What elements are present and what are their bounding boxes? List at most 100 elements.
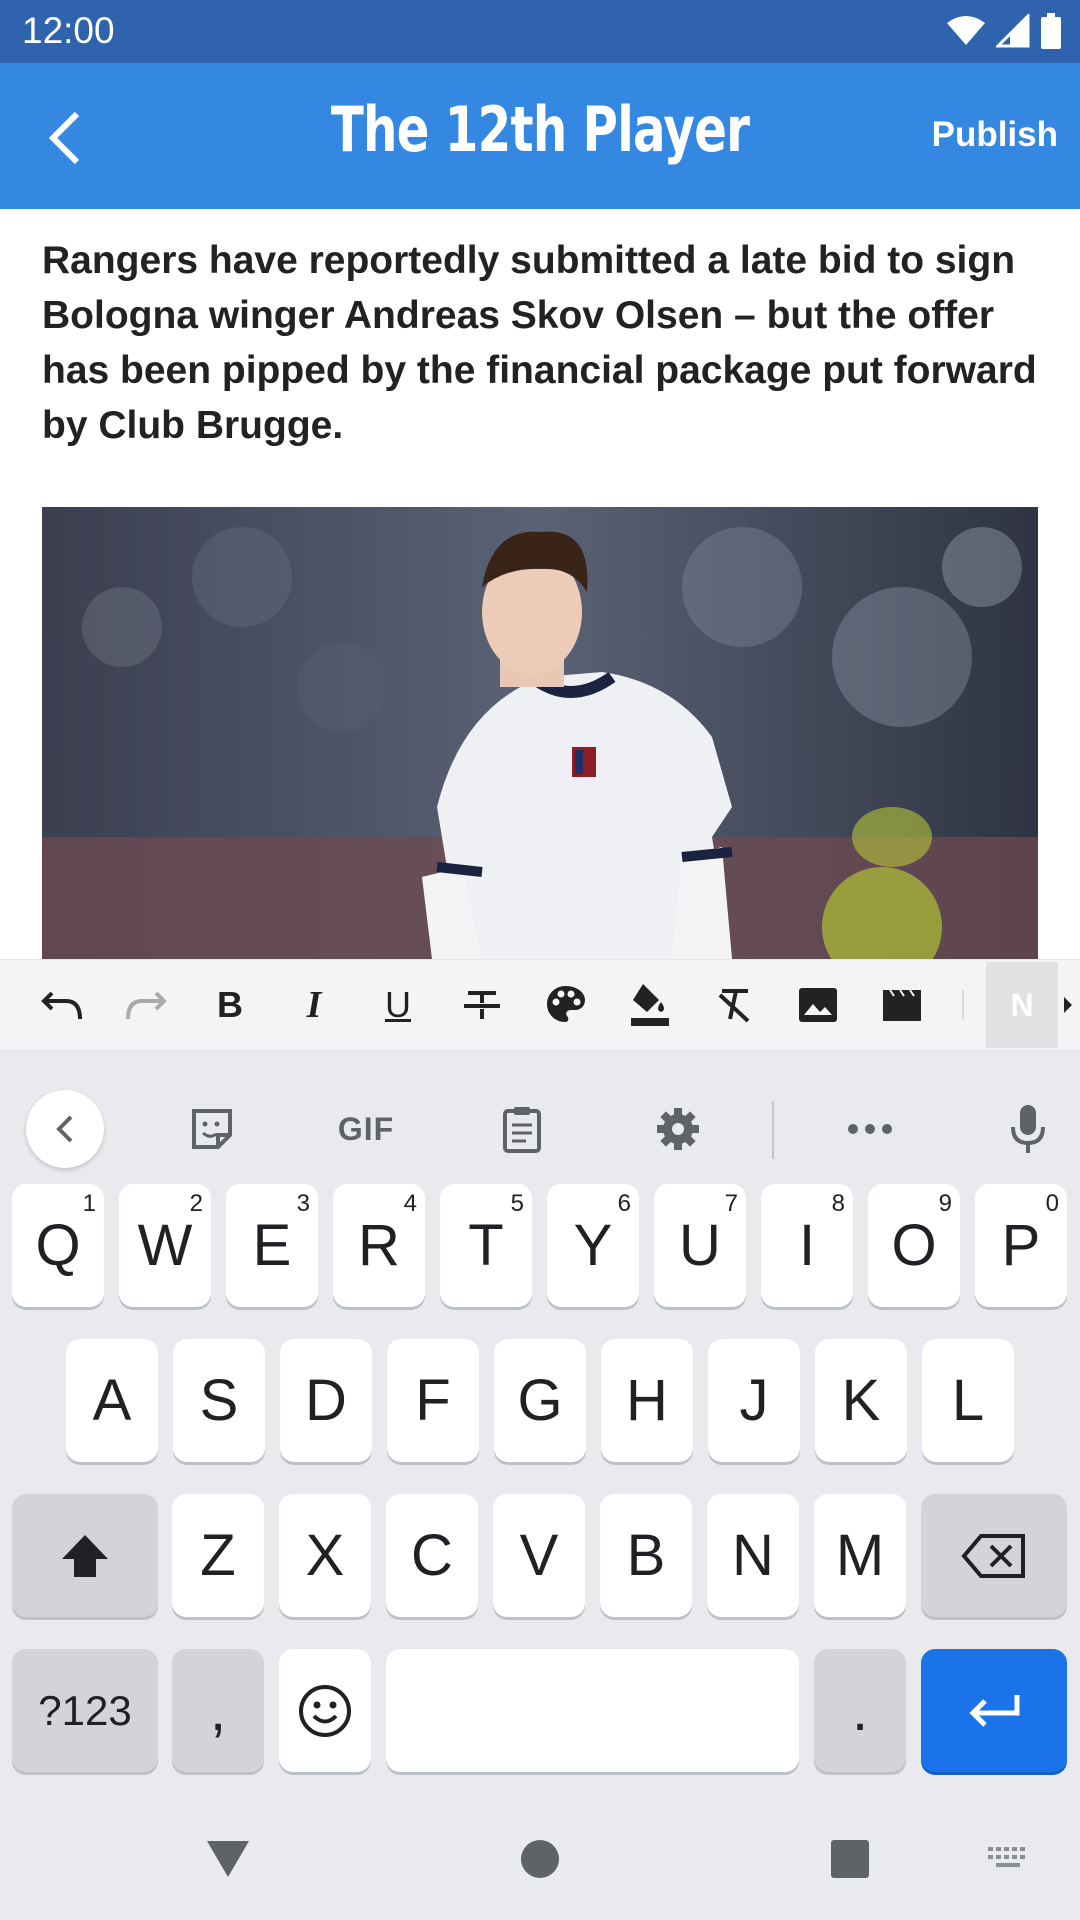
key-z[interactable]: Z — [172, 1494, 264, 1617]
key-a[interactable]: A — [66, 1339, 158, 1462]
key-r[interactable]: R4 — [333, 1184, 425, 1307]
key-m[interactable]: M — [814, 1494, 906, 1617]
keyboard-more-button[interactable] — [840, 1099, 900, 1159]
key-o[interactable]: O9 — [868, 1184, 960, 1307]
key-i[interactable]: I8 — [761, 1184, 853, 1307]
undo-button[interactable] — [34, 977, 90, 1033]
key-label: Y — [573, 1213, 613, 1278]
bold-button[interactable]: B — [202, 977, 258, 1033]
emoji-key[interactable] — [279, 1649, 371, 1772]
redo-button[interactable] — [118, 977, 174, 1033]
key-label: N — [732, 1523, 774, 1588]
fill-color-button[interactable] — [622, 977, 678, 1033]
clipboard-button[interactable] — [492, 1099, 552, 1159]
microphone-icon — [1011, 1105, 1045, 1153]
insert-video-button[interactable] — [874, 977, 930, 1033]
keyboard-collapse-button[interactable] — [26, 1090, 104, 1168]
key-e[interactable]: E3 — [226, 1184, 318, 1307]
back-button[interactable] — [30, 103, 100, 173]
publish-button[interactable]: Publish — [932, 115, 1058, 155]
sticker-button[interactable] — [182, 1099, 242, 1159]
wifi-icon — [947, 16, 985, 45]
key-hint: 8 — [831, 1190, 845, 1217]
keyboard-switch-button[interactable] — [978, 1829, 1038, 1889]
emoji-icon — [299, 1684, 351, 1737]
battery-icon — [1041, 13, 1061, 49]
nav-home-button[interactable] — [510, 1829, 570, 1889]
status-icons — [946, 12, 1062, 50]
key-label: I — [798, 1213, 816, 1278]
clipboard-icon — [503, 1107, 541, 1153]
italic-button[interactable]: I — [286, 977, 342, 1033]
key-h[interactable]: H — [601, 1339, 693, 1462]
key-t[interactable]: T5 — [440, 1184, 532, 1307]
chevron-left-icon — [56, 1115, 73, 1143]
redo-icon — [126, 991, 167, 1020]
underline-button[interactable]: U — [370, 977, 426, 1033]
key-hint: 2 — [189, 1190, 203, 1217]
key-b[interactable]: B — [600, 1494, 692, 1617]
key-p[interactable]: P0 — [975, 1184, 1067, 1307]
key-n[interactable]: N — [707, 1494, 799, 1617]
key-y[interactable]: Y6 — [547, 1184, 639, 1307]
key-x[interactable]: X — [279, 1494, 371, 1617]
nav-back-button[interactable] — [198, 1829, 258, 1889]
key-q[interactable]: Q1 — [12, 1184, 104, 1307]
key-label: D — [305, 1368, 347, 1433]
key-w[interactable]: W2 — [119, 1184, 211, 1307]
toolbar-divider — [962, 990, 964, 1020]
key-label: E — [252, 1213, 292, 1278]
key-j[interactable]: J — [708, 1339, 800, 1462]
article-paragraph[interactable]: Rangers have reportedly submitted a late… — [42, 233, 1042, 453]
text-color-button[interactable] — [538, 977, 594, 1033]
key-hint: 4 — [403, 1190, 417, 1217]
insert-image-button[interactable] — [790, 977, 846, 1033]
voice-input-button[interactable] — [998, 1099, 1058, 1159]
toolbar-scroll-right[interactable] — [1062, 990, 1080, 1020]
key-f[interactable]: F — [387, 1339, 479, 1462]
key-hint: 1 — [82, 1190, 96, 1217]
editor-content[interactable]: Rangers have reportedly submitted a late… — [0, 209, 1080, 959]
more-horizontal-icon — [848, 1124, 892, 1134]
caret-right-icon — [1064, 997, 1072, 1013]
key-c[interactable]: C — [386, 1494, 478, 1617]
key-k[interactable]: K — [815, 1339, 907, 1462]
page-title: The 12th Player — [330, 93, 750, 166]
square-icon — [831, 1840, 869, 1878]
key-l[interactable]: L — [922, 1339, 1014, 1462]
normal-style-button[interactable]: N — [986, 962, 1058, 1048]
key-v[interactable]: V — [493, 1494, 585, 1617]
strikethrough-button[interactable] — [454, 977, 510, 1033]
gear-icon — [657, 1108, 699, 1150]
key-label: T — [468, 1213, 504, 1278]
space-key[interactable] — [386, 1649, 799, 1772]
key-label: J — [739, 1368, 769, 1433]
backspace-key[interactable] — [921, 1494, 1067, 1617]
enter-key[interactable] — [921, 1649, 1067, 1772]
fill-color-icon — [631, 984, 669, 1026]
shift-key[interactable] — [12, 1494, 158, 1617]
key-hint: 0 — [1045, 1190, 1059, 1217]
circle-icon — [521, 1840, 559, 1878]
key-d[interactable]: D — [280, 1339, 372, 1462]
keyboard-icon — [988, 1847, 1025, 1867]
period-key[interactable]: . — [814, 1649, 906, 1772]
comma-key[interactable]: , — [172, 1649, 264, 1772]
key-hint: 5 — [510, 1190, 524, 1217]
article-image[interactable] — [42, 507, 1038, 959]
format-toolbar: B I U N — [0, 959, 1080, 1049]
insert-video-icon — [883, 989, 921, 1021]
clear-format-button[interactable] — [706, 977, 762, 1033]
signal-icon — [996, 14, 1030, 48]
key-u[interactable]: U7 — [654, 1184, 746, 1307]
gif-button[interactable]: GIF — [326, 1099, 406, 1159]
nav-recents-button[interactable] — [820, 1829, 880, 1889]
key-g[interactable]: G — [494, 1339, 586, 1462]
symbols-key[interactable]: ?123 — [12, 1649, 158, 1772]
keyboard-settings-button[interactable] — [648, 1099, 708, 1159]
bold-icon: B — [217, 984, 243, 1025]
shift-icon — [62, 1534, 108, 1577]
underline-icon: U — [385, 984, 411, 1025]
key-s[interactable]: S — [173, 1339, 265, 1462]
clear-format-icon — [718, 989, 750, 1023]
